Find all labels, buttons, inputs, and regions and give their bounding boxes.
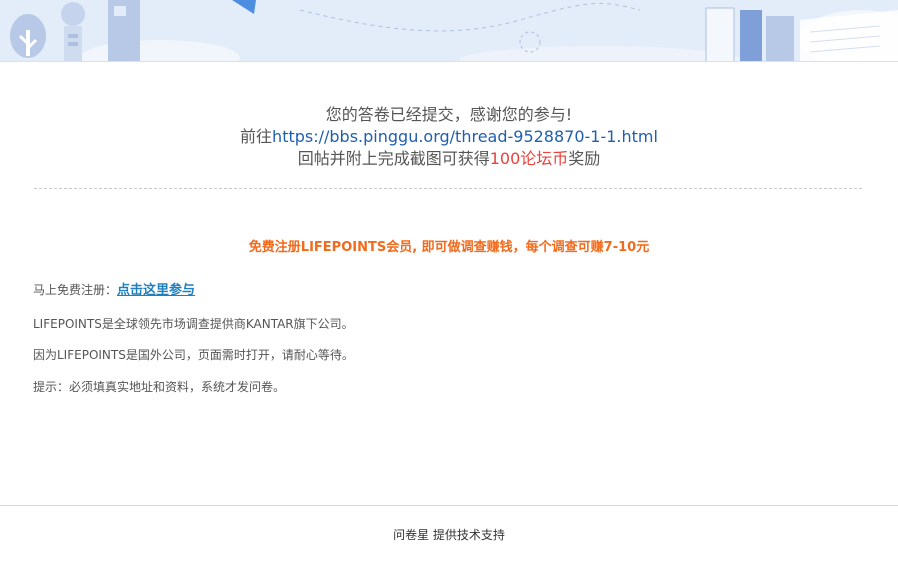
header-banner: [0, 0, 898, 62]
thanks-line: 您的答卷已经提交，感谢您的参与!: [325, 105, 573, 124]
documents-icon: [705, 7, 898, 61]
reward-line: 回帖并附上完成截图可获得100论坛币奖励: [0, 148, 898, 170]
banner-illustration: [10, 0, 898, 61]
register-link[interactable]: 点击这里参与: [117, 283, 195, 298]
reward-suffix: 奖励: [568, 149, 601, 168]
paper-plane-icon: [232, 0, 256, 14]
reward-amount: 100论坛币: [489, 149, 569, 168]
submission-thanks: 您的答卷已经提交，感谢您的参与! 前往https://bbs.pinggu.or…: [0, 104, 898, 170]
tree-icon: [10, 14, 46, 58]
info-wait: 因为LIFEPOINTS是国外公司，页面需时打开，请耐心等待。: [33, 348, 354, 362]
footer: 问卷星 提供技术支持: [0, 526, 898, 543]
footer-text: 提供技术支持: [429, 528, 505, 542]
promo-headline: 免费注册LIFEPOINTS会员, 即可做调查赚钱，每个调查可赚7-10元: [248, 240, 650, 255]
register-row: 马上免费注册：点击这里参与: [33, 282, 195, 299]
info-tip: 提示：必须填真实地址和资料，系统才发问卷。: [33, 380, 286, 394]
reward-prefix: 回帖并附上完成截图可获得: [297, 149, 490, 168]
forum-link-line: 前往https://bbs.pinggu.org/thread-9528870-…: [0, 126, 898, 148]
footer-brand[interactable]: 问卷星: [393, 528, 429, 542]
forum-thread-link[interactable]: https://bbs.pinggu.org/thread-9528870-1-…: [272, 127, 658, 146]
divider: [34, 188, 862, 189]
info-company: LIFEPOINTS是全球领先市场调查提供商KANTAR旗下公司。: [33, 317, 354, 331]
register-label: 马上免费注册：: [33, 283, 118, 297]
footer-divider: [0, 505, 898, 506]
tower-icon: [61, 2, 85, 61]
goto-label: 前往: [240, 127, 273, 146]
